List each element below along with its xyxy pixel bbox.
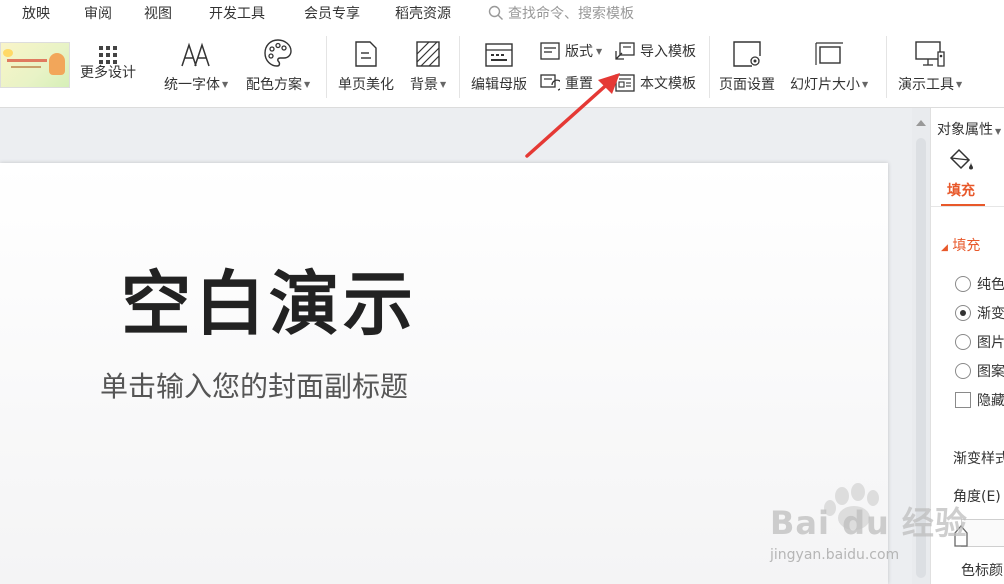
- layout-button[interactable]: 版式 ▼: [540, 41, 602, 61]
- hide-checkbox[interactable]: [955, 392, 971, 408]
- text-template-label: 本文模板: [640, 76, 696, 92]
- slide-subtitle[interactable]: 单击输入您的封面副标题: [100, 365, 408, 405]
- page-beautify-label: 单页美化: [338, 77, 394, 93]
- fill-option-solid[interactable]: 纯色: [955, 274, 1004, 294]
- page-icon: [355, 41, 377, 67]
- watermark-text: Bai du 经验: [770, 504, 968, 542]
- edit-master-button[interactable]: 编辑母版: [471, 38, 527, 94]
- tab-divider: [931, 206, 1004, 207]
- ribbon-divider: [709, 36, 710, 98]
- menu-view[interactable]: 视图: [144, 3, 172, 23]
- menu-slideshow[interactable]: 放映: [22, 3, 50, 23]
- fill-bucket-icon: [949, 148, 973, 170]
- color-scheme-label: 配色方案: [246, 77, 302, 93]
- font-icon: [181, 42, 210, 67]
- import-template-label: 导入模板: [640, 44, 696, 60]
- ribbon-divider: [459, 36, 460, 98]
- scroll-up-icon[interactable]: [916, 120, 926, 126]
- present-tools-icon: [915, 41, 945, 67]
- page-setup-icon: [733, 41, 761, 67]
- triangle-down-icon: ◢: [941, 243, 948, 253]
- caret-down-icon: ▼: [956, 79, 963, 89]
- page-setup-button[interactable]: 页面设置: [719, 38, 775, 94]
- page-beautify-button[interactable]: 单页美化: [338, 38, 394, 94]
- edit-master-label: 编辑母版: [471, 77, 527, 93]
- unify-font-button[interactable]: 统一字体 ▼: [164, 38, 228, 94]
- tab-fill[interactable]: 填充: [947, 180, 975, 200]
- slide-size-button[interactable]: 幻灯片大小 ▼: [790, 38, 868, 94]
- background-icon: [416, 41, 440, 67]
- layout-label: 版式: [565, 44, 593, 60]
- fill-option-picture[interactable]: 图片: [955, 332, 1004, 352]
- master-slide-icon: [485, 43, 513, 67]
- ribbon-divider: [886, 36, 887, 98]
- caret-down-icon: ▼: [862, 79, 869, 89]
- fill-option-pattern[interactable]: 图案: [955, 361, 1004, 381]
- menu-docer[interactable]: 稻壳资源: [395, 3, 451, 23]
- background-button[interactable]: 背景 ▼: [410, 38, 446, 94]
- slide-size-label: 幻灯片大小: [790, 77, 860, 93]
- search-box[interactable]: 查找命令、搜索模板: [488, 3, 634, 23]
- fill-option-gradient[interactable]: 渐变: [955, 303, 1004, 323]
- color-stop-label: 色标颜: [961, 563, 1003, 579]
- import-template-button[interactable]: 导入模板: [615, 41, 696, 61]
- watermark-url: jingyan.baidu.com: [770, 547, 900, 563]
- page-setup-label: 页面设置: [719, 77, 775, 93]
- slide-size-icon: [815, 42, 844, 65]
- menu-bar: 放映 审阅 视图 开发工具 会员专享 稻壳资源 查找命令、搜索模板: [0, 0, 1004, 26]
- radio-gradient[interactable]: [955, 305, 971, 321]
- gradient-style-label: 渐变样式: [953, 451, 1004, 467]
- background-label: 背景: [410, 77, 438, 93]
- caret-down-icon: ▼: [304, 79, 311, 89]
- unify-font-label: 统一字体: [164, 77, 220, 93]
- slide-title[interactable]: 空白演示: [121, 248, 417, 349]
- color-scheme-button[interactable]: 配色方案 ▼: [246, 38, 310, 94]
- fill-section-header[interactable]: ◢ 填充: [941, 235, 980, 255]
- search-icon: [488, 5, 503, 20]
- radio-picture[interactable]: [955, 334, 971, 350]
- radio-pattern[interactable]: [955, 363, 971, 379]
- menu-review[interactable]: 审阅: [84, 3, 112, 23]
- radio-solid[interactable]: [955, 276, 971, 292]
- caret-down-icon: ▼: [440, 79, 447, 89]
- hide-option[interactable]: 隐藏: [955, 390, 1004, 410]
- menu-developer[interactable]: 开发工具: [209, 3, 265, 23]
- present-tools-button[interactable]: 演示工具 ▼: [898, 38, 962, 94]
- layout-icon: [540, 42, 560, 60]
- caret-down-icon: ▼: [596, 46, 603, 56]
- annotation-arrow-icon: [525, 73, 620, 158]
- ribbon-divider: [326, 36, 327, 98]
- palette-icon: [264, 39, 292, 67]
- design-thumbnail[interactable]: [0, 42, 70, 88]
- panel-title: 对象属性 ▼: [937, 122, 1002, 138]
- search-placeholder: 查找命令、搜索模板: [508, 6, 634, 22]
- ribbon-toolbar: 更多设计 统一字体 ▼ 配色方案 ▼ 单页美化 背景 ▼ 编辑母版 版式 ▼ 重置 导入…: [0, 26, 1004, 108]
- caret-down-icon[interactable]: ▼: [995, 127, 1001, 136]
- import-template-icon: [615, 42, 635, 60]
- menu-member[interactable]: 会员专享: [304, 3, 360, 23]
- present-tools-label: 演示工具: [898, 77, 954, 93]
- more-design-label: 更多设计: [80, 65, 136, 81]
- caret-down-icon: ▼: [222, 79, 229, 89]
- more-design-button[interactable]: 更多设计: [80, 36, 136, 82]
